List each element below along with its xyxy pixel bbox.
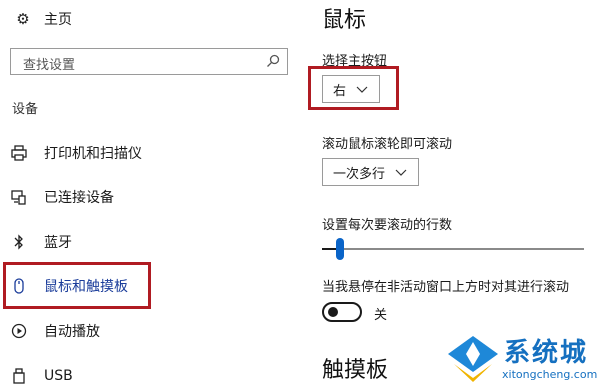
watermark-brand: 系统城 — [504, 338, 589, 368]
scroll-label: 滚动鼠标滚轮即可滚动 — [322, 137, 453, 152]
sidebar-item-autoplay[interactable]: 自动播放 — [10, 317, 100, 345]
section-title-devices: 设备 — [12, 102, 39, 117]
touchpad-section-title: 触摸板 — [322, 358, 389, 383]
bluetooth-icon — [14, 234, 23, 250]
scroll-lines-slider-thumb[interactable] — [336, 238, 345, 260]
toggle-state-label: 关 — [374, 308, 388, 323]
windows-logo-icon — [448, 336, 498, 382]
chevron-down-icon — [356, 86, 368, 93]
sidebar-item-label: USB — [44, 368, 73, 384]
search-placeholder: 查找设置 — [23, 58, 76, 73]
scroll-mode-dropdown[interactable]: 一次多行 — [322, 158, 419, 186]
toggle-knob — [328, 307, 338, 317]
chevron-down-icon — [395, 169, 407, 176]
home-label: 主页 — [44, 12, 72, 28]
usb-icon — [13, 368, 25, 384]
dropdown-value: 右 — [333, 83, 347, 99]
sidebar-item-label: 蓝牙 — [44, 235, 72, 251]
sidebar-item-connected-devices[interactable]: 已连接设备 — [10, 183, 114, 211]
mouse-settings-panel: 鼠标 选择主按钮 右 滚动鼠标滚轮即可滚动 一次多行 设置每次要滚动的行数 当我… — [300, 0, 600, 386]
sidebar-item-usb[interactable]: USB — [10, 362, 73, 386]
inactive-scroll-label: 当我悬停在非活动窗口上方时对其进行滚动 — [322, 280, 570, 295]
home-nav-item[interactable]: ⚙ 主页 — [14, 8, 72, 30]
settings-sidebar: ⚙ 主页 查找设置 设备 打印机和扫描仪 已连接设备 蓝牙 鼠标和触摸板 自动播… — [0, 0, 300, 386]
dropdown-value: 一次多行 — [333, 166, 386, 182]
printer-icon — [11, 145, 27, 161]
sidebar-item-bluetooth[interactable]: 蓝牙 — [10, 228, 72, 256]
page-title: 鼠标 — [322, 8, 367, 33]
connected-devices-icon — [11, 190, 26, 205]
sidebar-item-printers[interactable]: 打印机和扫描仪 — [10, 139, 142, 167]
inactive-scroll-toggle[interactable] — [322, 302, 362, 322]
scroll-lines-slider-track[interactable] — [322, 248, 584, 250]
search-icon — [267, 54, 280, 67]
scroll-lines-label: 设置每次要滚动的行数 — [322, 218, 453, 233]
search-input[interactable]: 查找设置 — [10, 48, 288, 75]
gear-icon: ⚙ — [16, 10, 30, 28]
sidebar-item-label: 已连接设备 — [44, 190, 114, 206]
sidebar-item-label: 自动播放 — [44, 324, 100, 340]
autoplay-icon — [11, 323, 27, 339]
primary-button-dropdown[interactable]: 右 — [322, 75, 380, 103]
watermark-url: xitongcheng.com — [502, 368, 598, 381]
watermark: 系统城 xitongcheng.com — [442, 330, 600, 386]
active-item-highlight — [3, 262, 151, 309]
sidebar-item-label: 打印机和扫描仪 — [44, 146, 142, 162]
